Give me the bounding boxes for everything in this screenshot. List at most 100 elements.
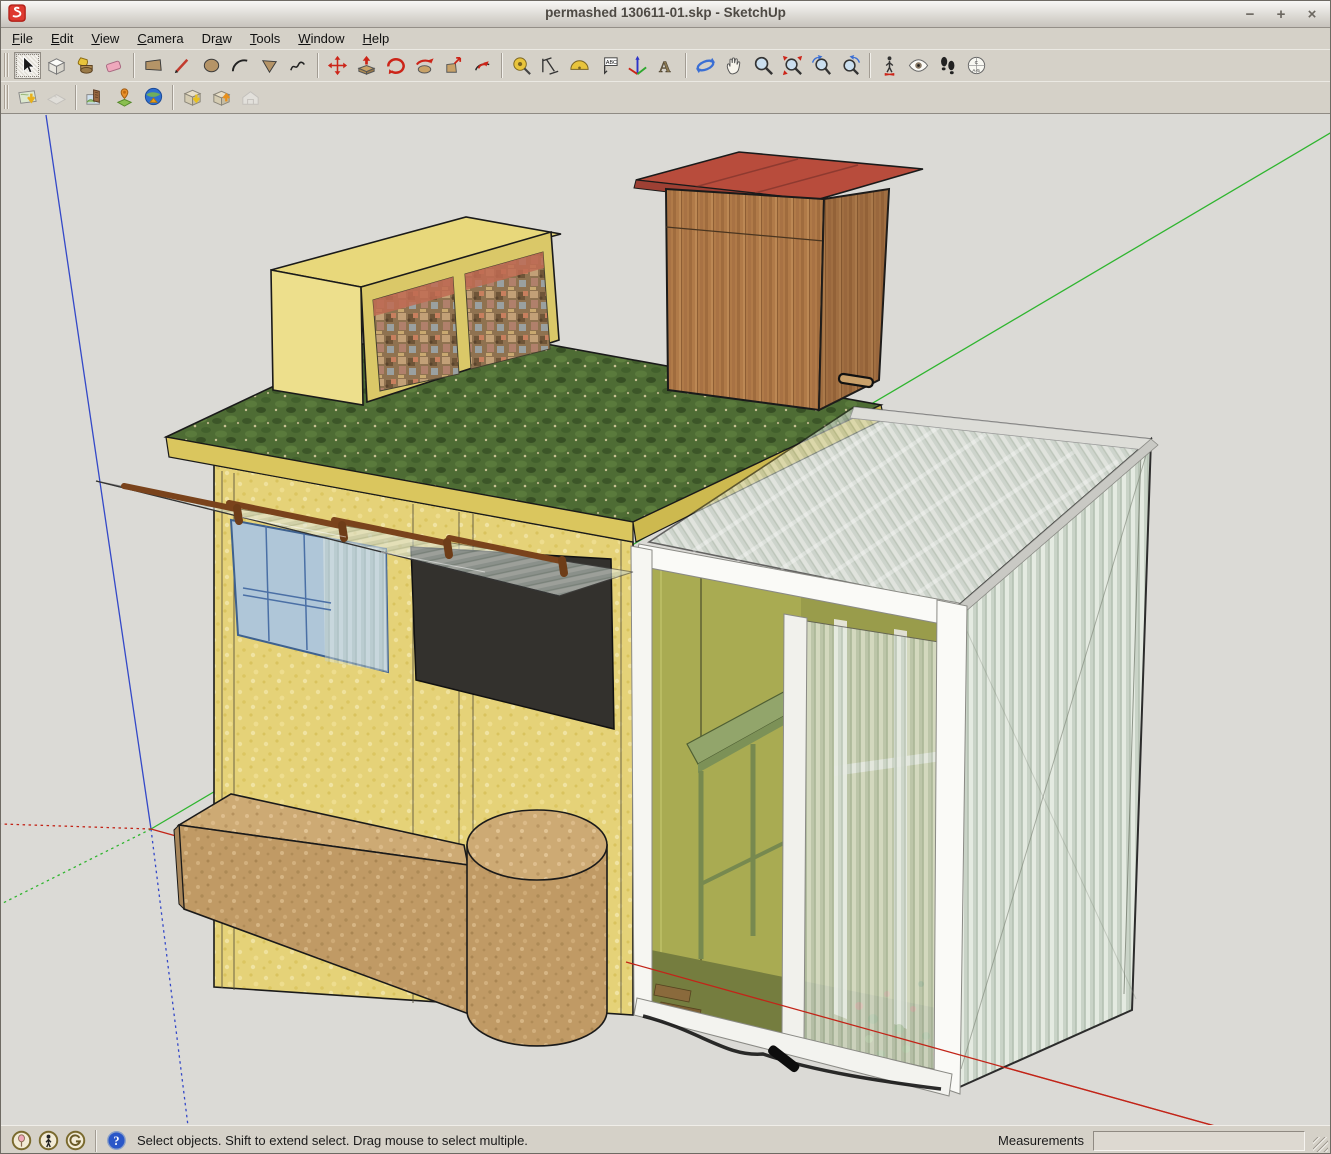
line-tool-button[interactable] xyxy=(169,52,196,79)
close-button[interactable]: × xyxy=(1304,6,1320,23)
help-status-button[interactable]: ? xyxy=(106,1130,127,1151)
model-barrel[interactable] xyxy=(467,810,607,1046)
section-plane-tool-icon: CA-5 xyxy=(965,54,988,77)
signin-status-button[interactable] xyxy=(65,1130,86,1151)
text-3d-tool-button[interactable]: A xyxy=(653,52,680,79)
freehand-tool-icon xyxy=(287,54,310,77)
drawing-viewport[interactable] xyxy=(1,113,1331,1126)
pan-tool-button[interactable] xyxy=(721,52,748,79)
scale-tool-icon xyxy=(442,54,465,77)
get-current-view-icon xyxy=(16,86,39,109)
photo-textures-button[interactable] xyxy=(82,84,109,111)
axes-tool-icon xyxy=(626,54,649,77)
toggle-terrain-button[interactable] xyxy=(43,84,70,111)
greenhouse-door[interactable] xyxy=(782,614,939,1070)
zoom-tool-button[interactable] xyxy=(750,52,777,79)
get-models-button[interactable] xyxy=(179,84,206,111)
toolbar-separator xyxy=(133,53,135,78)
tape-measure-tool-icon xyxy=(510,54,533,77)
toolbar-grip[interactable] xyxy=(4,85,9,109)
share-model-button[interactable] xyxy=(208,84,235,111)
zoom-next-tool-button[interactable] xyxy=(837,52,864,79)
rectangle-tool-icon xyxy=(142,54,165,77)
menu-camera[interactable]: Camera xyxy=(128,29,192,48)
scale-tool-button[interactable] xyxy=(440,52,467,79)
maximize-button[interactable]: + xyxy=(1273,6,1289,23)
menu-tools[interactable]: Tools xyxy=(241,29,289,48)
arc-tool-button[interactable] xyxy=(227,52,254,79)
rectangle-tool-button[interactable] xyxy=(140,52,167,79)
dimension-tool-button[interactable] xyxy=(537,52,564,79)
walk-tool-button[interactable] xyxy=(934,52,961,79)
axes-tool-button[interactable] xyxy=(624,52,651,79)
offset-tool-icon xyxy=(471,54,494,77)
toolbar-separator xyxy=(869,53,871,78)
section-plane-tool-button[interactable]: CA-5 xyxy=(963,52,990,79)
move-tool-icon xyxy=(326,54,349,77)
resize-grip[interactable] xyxy=(1313,1137,1328,1152)
claim-credit-status-icon xyxy=(38,1130,59,1151)
look-around-tool-button[interactable] xyxy=(905,52,932,79)
text-tool-button[interactable]: ABC xyxy=(595,52,622,79)
eraser-tool-button[interactable] xyxy=(101,52,128,79)
signin-status-icon xyxy=(65,1130,86,1151)
titlebar: permashed 130611-01.skp - SketchUp −+× xyxy=(1,1,1330,28)
zoom-previous-tool-button[interactable] xyxy=(808,52,835,79)
position-camera-tool-icon xyxy=(878,54,901,77)
push-pull-tool-icon xyxy=(355,54,378,77)
get-current-view-button[interactable] xyxy=(14,84,41,111)
follow-me-tool-icon xyxy=(413,54,436,77)
google-earth-button[interactable] xyxy=(140,84,167,111)
model-scene[interactable] xyxy=(1,114,1331,1126)
menu-edit[interactable]: Edit xyxy=(42,29,82,48)
tape-measure-tool-button[interactable] xyxy=(508,52,535,79)
add-location-icon xyxy=(113,86,136,109)
move-tool-button[interactable] xyxy=(324,52,351,79)
dimension-tool-icon xyxy=(539,54,562,77)
share-component-button[interactable] xyxy=(237,84,264,111)
rotate-tool-button[interactable] xyxy=(382,52,409,79)
statusbar: ? Select objects. Shift to extend select… xyxy=(1,1125,1330,1154)
look-around-tool-icon xyxy=(907,54,930,77)
model-wooden-cabinet[interactable] xyxy=(634,152,923,410)
toolbar-main: ABC A CA-5 xyxy=(1,49,1330,82)
follow-me-tool-button[interactable] xyxy=(411,52,438,79)
menu-view[interactable]: View xyxy=(82,29,128,48)
get-models-icon xyxy=(181,86,204,109)
add-location-button[interactable] xyxy=(111,84,138,111)
zoom-window-tool-icon xyxy=(781,54,804,77)
pan-tool-icon xyxy=(723,54,746,77)
menu-window[interactable]: Window xyxy=(289,29,353,48)
menu-file[interactable]: File xyxy=(3,29,42,48)
orbit-tool-button[interactable] xyxy=(692,52,719,79)
menu-help[interactable]: Help xyxy=(354,29,399,48)
geolocation-status-icon xyxy=(11,1130,32,1151)
photo-textures-icon xyxy=(84,86,107,109)
menubar: FileEditViewCameraDrawToolsWindowHelp xyxy=(1,27,1330,49)
share-model-icon xyxy=(210,86,233,109)
text-3d-tool-icon: A xyxy=(655,54,678,77)
measurements-input[interactable] xyxy=(1093,1131,1305,1151)
position-camera-tool-button[interactable] xyxy=(876,52,903,79)
minimize-button[interactable]: − xyxy=(1242,6,1258,23)
toolbar-grip[interactable] xyxy=(4,53,9,77)
circle-tool-button[interactable] xyxy=(198,52,225,79)
geolocation-status-button[interactable] xyxy=(11,1130,32,1151)
paint-bucket-tool-button[interactable] xyxy=(72,52,99,79)
text-tool-icon: ABC xyxy=(597,54,620,77)
push-pull-tool-button[interactable] xyxy=(353,52,380,79)
make-component-tool-button[interactable] xyxy=(43,52,70,79)
protractor-tool-button[interactable] xyxy=(566,52,593,79)
share-component-icon xyxy=(239,86,262,109)
offset-tool-button[interactable] xyxy=(469,52,496,79)
freehand-tool-button[interactable] xyxy=(285,52,312,79)
model-greenhouse[interactable] xyxy=(631,407,1158,1096)
orbit-tool-icon xyxy=(694,54,717,77)
claim-credit-status-button[interactable] xyxy=(38,1130,59,1151)
polygon-tool-button[interactable] xyxy=(256,52,283,79)
window-controls: −+ × xyxy=(1242,1,1320,27)
menu-draw[interactable]: Draw xyxy=(193,29,241,48)
select-tool-button[interactable] xyxy=(14,52,41,79)
zoom-window-tool-button[interactable] xyxy=(779,52,806,79)
make-component-tool-icon xyxy=(45,54,68,77)
